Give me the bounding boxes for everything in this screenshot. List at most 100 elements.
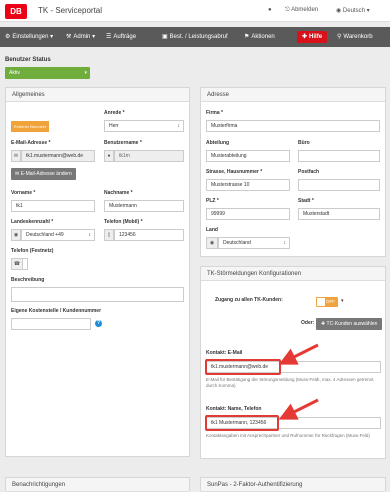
nav-bestellung[interactable]: ▣ Best. / Leistungsabruf (162, 27, 228, 47)
vorname-field[interactable]: tk1 (11, 200, 95, 212)
logout-link[interactable]: ⎋ Abmelden (285, 7, 318, 14)
email-label: E-Mail-Adresse * (11, 140, 51, 146)
updown-icon: ↕ (177, 123, 181, 129)
envelope-icon: ✉ (15, 171, 20, 177)
nav-einstellungen[interactable]: ⚙ Einstellungen ▾ (5, 27, 53, 47)
external-user-badge: Externer Benutzer (11, 121, 50, 132)
mobil-label: Telefon (Mobil) * (104, 219, 143, 225)
tk-config-title: TK-Störmeldungen Konfigurationen (201, 267, 385, 281)
select-tc-customers-button[interactable]: ✚ TC-Kunden auswählen (316, 318, 383, 330)
beschreibung-textarea[interactable] (11, 287, 184, 302)
nav-admin-label: Admin (73, 34, 91, 40)
updown-icon: ↕ (88, 232, 92, 238)
plz-field[interactable]: 99999 (206, 208, 290, 220)
landeskennzahl-label: Landeskennzahl * (11, 219, 54, 225)
firma-field[interactable]: Musterfirma (206, 120, 380, 132)
abteilung-label: Abteilung (206, 140, 230, 146)
annotation-highlight-email (205, 359, 281, 375)
user-icon[interactable]: ● (268, 7, 272, 13)
db-logo[interactable]: DB (5, 4, 27, 19)
kontakt-name-help: Kontaktangaben mit Ansprechpartner und R… (206, 433, 370, 438)
abteilung-field[interactable]: Musterabteilung (206, 150, 290, 162)
strasse-field[interactable]: Musterstrasse 10 (206, 179, 290, 191)
benutzername-label: Benutzername * (104, 140, 142, 146)
caret-down-icon: ▾ (366, 8, 370, 14)
buero-label: Büro (298, 140, 310, 146)
festnetz-field[interactable] (23, 258, 28, 270)
help-icon[interactable]: ? (95, 320, 102, 327)
annotation-highlight-contact (205, 415, 279, 431)
mobile-phone-icon: ▯ (104, 229, 114, 241)
beschreibung-label: Beschreibung (11, 277, 45, 283)
landeskennzahl-select[interactable]: Deutschland +49 ↕ (21, 229, 95, 241)
nav-warenkorb-label: Warenkorb (343, 34, 373, 40)
nachname-field[interactable]: Mustermann (104, 200, 184, 212)
vorname-label: Vorname * (11, 190, 36, 196)
cart-icon: ⚲ (337, 34, 342, 40)
nav-aktionen[interactable]: ⚑ Aktionen (244, 27, 275, 47)
mobil-field[interactable]: 123456 (114, 229, 184, 241)
allgemeines-panel: Allgemeines Externer Benutzer Anrede * H… (5, 87, 190, 457)
nav-auftraege-label: Aufträge (113, 34, 137, 40)
change-email-button[interactable]: ✉ E-Mail-Adresse ändern (11, 168, 76, 180)
kontakt-email-label: Kontakt: E-Mail (206, 350, 243, 356)
kostenstelle-label: Eigene Kostenstelle / Kundennummer (11, 308, 102, 314)
anrede-label: Anrede * (104, 110, 125, 116)
box-icon: ▣ (162, 34, 168, 40)
app-title: TK - Serviceportal (38, 6, 103, 15)
allgemeines-title: Allgemeines (6, 88, 189, 102)
nav-warenkorb[interactable]: ⚲ Warenkorb (337, 27, 373, 47)
caret-down-icon: ▾ (341, 298, 344, 304)
nav-hilfe[interactable]: ✚ Hilfe (297, 31, 328, 43)
anrede-select[interactable]: Herr ↕ (104, 120, 184, 132)
nav-einstellungen-label: Einstellungen (12, 34, 49, 40)
zugang-label: Zugang zu allen TK-Kunden: (215, 297, 283, 303)
language-select[interactable]: ◉ Deutsch ▾ (336, 7, 370, 14)
anrede-value: Herr (109, 123, 119, 129)
envelope-icon: ✉ (11, 150, 21, 162)
plus-icon: ✚ (302, 34, 308, 40)
top-bar: DB TK - Serviceportal ● ⎋ Abmelden ◉ Deu… (0, 0, 390, 22)
logout-icon: ⎋ (285, 7, 290, 13)
zugang-toggle[interactable]: OFF (316, 297, 338, 307)
kontakt-email-help: E-Mail für Bestätigung der Störungsmeldu… (206, 377, 374, 388)
landeskennzahl-value: Deutschland +49 (26, 232, 64, 238)
plus-icon: ✚ (321, 321, 326, 327)
sunpas-title: SunPas - 2-Faktor-Authentifizierung (201, 478, 385, 492)
buero-field[interactable] (298, 150, 380, 162)
gear-icon: ⚙ (5, 34, 11, 40)
land-value: Deutschland (223, 240, 251, 246)
adresse-title: Adresse (201, 88, 385, 102)
toggle-state: OFF (326, 299, 335, 304)
caret-down-icon: ▾ (50, 34, 54, 40)
nav-hilfe-label: Hilfe (309, 34, 323, 40)
list-icon: ☰ (106, 34, 112, 40)
email-field[interactable]: tk1.mustermann@web.de (21, 150, 95, 162)
tc-button-label: TC-Kunden auswählen (326, 321, 378, 327)
globe-icon: ◉ (336, 8, 342, 14)
nav-auftraege[interactable]: ☰ Aufträge (106, 27, 136, 47)
updown-icon: ↕ (283, 240, 287, 246)
kostenstelle-field[interactable] (11, 318, 91, 330)
status-value: Aktiv (9, 70, 20, 76)
status-label: Benutzer Status (5, 57, 51, 63)
tk-config-panel: TK-Störmeldungen Konfigurationen Zugang … (200, 266, 386, 459)
land-select[interactable]: Deutschland ↕ (218, 237, 290, 249)
globe-icon: ◉ (11, 229, 21, 241)
caret-down-icon: ▾ (92, 34, 96, 40)
language-label: Deutsch (342, 8, 365, 14)
postfach-field[interactable] (298, 179, 380, 191)
oder-label: Oder: (301, 320, 315, 326)
nav-admin[interactable]: ⚒ Admin ▾ (66, 27, 95, 47)
postfach-label: Postfach (298, 169, 320, 175)
phone-icon: ☎ (11, 258, 23, 270)
nav-bestellung-label: Best. / Leistungsabruf (169, 34, 228, 40)
stadt-field[interactable]: Musterstadt (298, 208, 380, 220)
nachname-label: Nachname * (104, 190, 133, 196)
benutzername-field[interactable]: tk1m (114, 150, 184, 162)
status-select[interactable]: Aktiv ▾ (5, 67, 90, 79)
land-label: Land (206, 227, 218, 233)
nav-aktionen-label: Aktionen (251, 34, 275, 40)
logout-label: Abmelden (291, 7, 319, 13)
globe-icon: ◉ (206, 237, 218, 249)
